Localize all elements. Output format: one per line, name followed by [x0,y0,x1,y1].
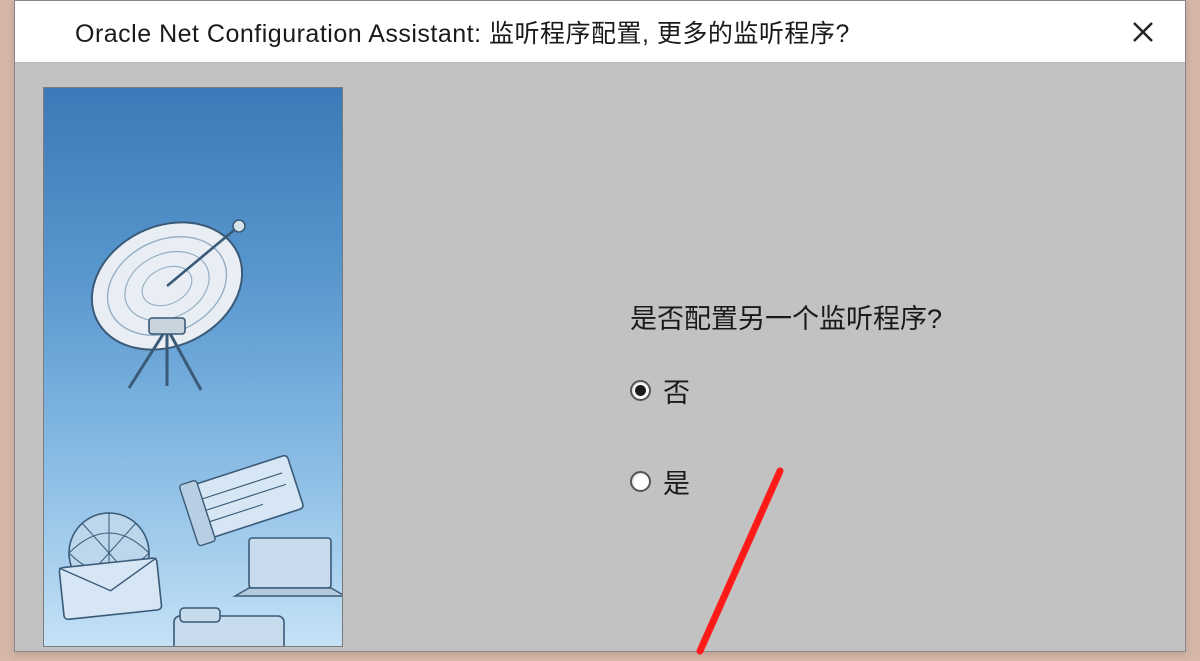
radio-icon [630,471,651,492]
content-area: 是否配置另一个监听程序? 否 是 [15,63,1185,651]
radio-label-yes: 是 [663,462,690,501]
window-title: Oracle Net Configuration Assistant: 监听程序… [75,14,850,50]
dialog-window: Oracle Net Configuration Assistant: 监听程序… [14,0,1186,652]
close-icon[interactable] [1123,12,1163,52]
title-bar: Oracle Net Configuration Assistant: 监听程序… [15,1,1185,63]
radio-icon [630,380,651,401]
wizard-sidebar-graphic [43,87,343,647]
main-panel: 是否配置另一个监听程序? 否 是 [375,63,1185,651]
radio-group-configure-another: 否 是 [630,371,690,553]
radio-option-yes[interactable]: 是 [630,462,690,501]
question-text: 是否配置另一个监听程序? [630,297,942,336]
radio-option-no[interactable]: 否 [630,371,690,410]
radio-label-no: 否 [663,371,690,410]
